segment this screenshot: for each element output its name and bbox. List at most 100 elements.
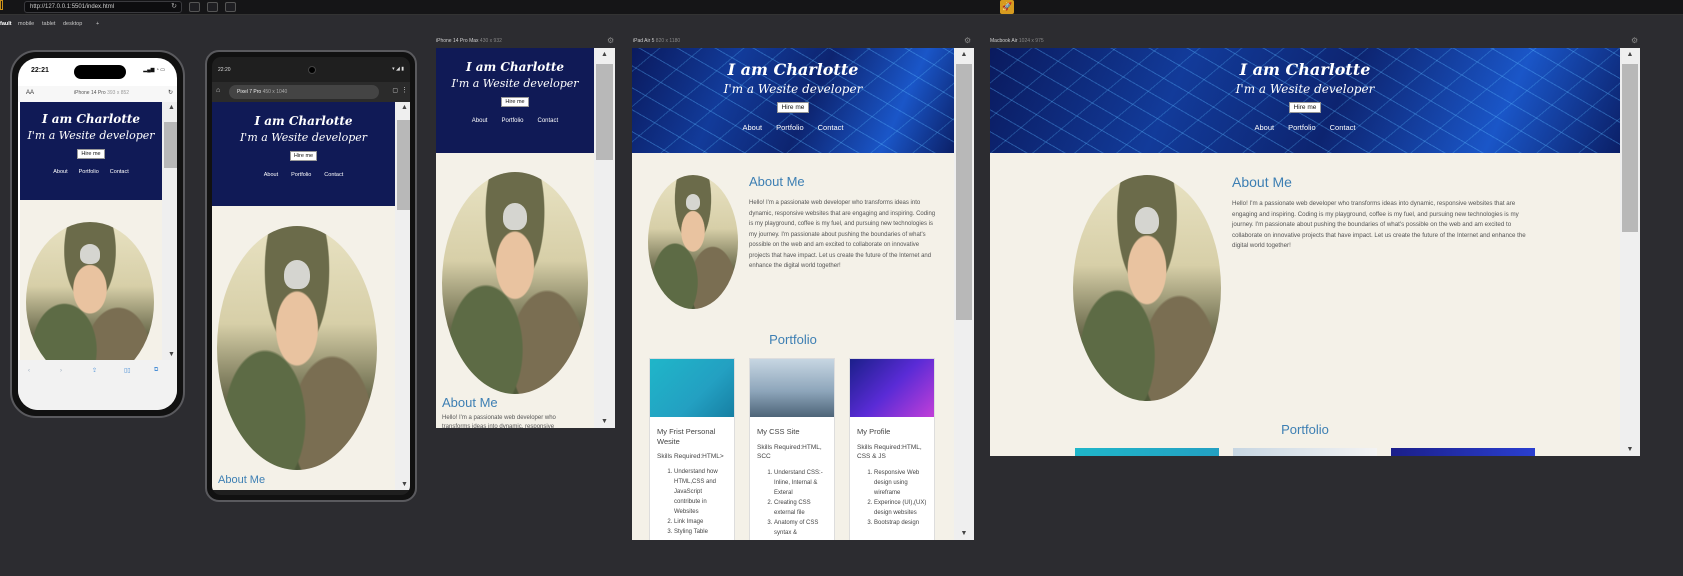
tab-tablet[interactable]: tablet <box>42 21 55 27</box>
device-label: iPhone 14 Pro 393 x 852 <box>74 90 130 96</box>
hire-me-button[interactable]: Hire me <box>776 102 810 113</box>
portfolio-heading: Portfolio <box>769 332 817 347</box>
tab-mobile[interactable]: mobile <box>18 21 34 27</box>
status-icons: ▾ ◢ ▮ <box>392 66 404 72</box>
reload-icon[interactable]: ↻ <box>168 89 173 96</box>
card-title: My Frist Personal Wesite <box>657 427 716 446</box>
scroll-down-icon[interactable]: ▼ <box>954 530 974 537</box>
scroll-thumb[interactable] <box>596 64 613 160</box>
extension-rocket-icon[interactable]: 🚀 <box>1000 0 1014 14</box>
nav-portfolio[interactable]: Portfolio <box>776 123 804 132</box>
card-list-item: Responsive Web design using wireframe <box>874 468 928 498</box>
site-subtitle: I'm a Wesite developer <box>27 129 155 142</box>
scroll-up-icon[interactable]: ▲ <box>1620 51 1640 58</box>
site-title: I am Charlotte <box>465 60 565 74</box>
nav-about[interactable]: About <box>53 169 67 175</box>
portfolio-card[interactable]: My Profile Skills Required:HTML, CSS & J… <box>849 358 935 540</box>
site-subtitle: I'm a Wesite developer <box>1235 82 1375 96</box>
scrollbar[interactable]: ▲ ▼ <box>954 48 974 540</box>
card-title: My CSS Site <box>757 427 800 436</box>
nav-about[interactable]: About <box>264 172 278 178</box>
card-list-item: Experince (UI),(UX) design websites <box>874 498 928 518</box>
tab-default[interactable]: fault <box>0 21 12 27</box>
card-image <box>650 359 734 417</box>
back-icon[interactable]: ‹ <box>28 368 30 374</box>
bookmarks-icon[interactable]: ▯▯ <box>124 367 131 374</box>
nav-portfolio[interactable]: Portfolio <box>291 172 311 178</box>
site-nav: About Portfolio Contact <box>990 123 1620 132</box>
profile-photo <box>26 222 154 360</box>
about-heading: About Me <box>749 174 805 189</box>
forward-icon[interactable]: › <box>60 368 62 374</box>
share-icon[interactable]: ⇪ <box>92 367 97 374</box>
scroll-down-icon[interactable]: ▼ <box>1620 446 1640 453</box>
chrome-url-field[interactable]: Pixel 7 Pro 450 x 1040 <box>229 85 379 99</box>
card-list-item: Styling Table <box>674 527 728 537</box>
url-input[interactable]: http://127.0.0.1:5501/index.html ↻ <box>24 1 182 13</box>
scroll-down-icon[interactable]: ▼ <box>395 481 410 488</box>
nav-contact[interactable]: Contact <box>1330 123 1356 132</box>
nav-portfolio[interactable]: Portfolio <box>79 169 99 175</box>
device-pixel7pro: 22:20 ▾ ◢ ▮ ⌂ Pixel 7 Pro 450 x 1040 ▢ ⋮… <box>205 50 417 502</box>
menu-icon[interactable]: ⋮ <box>401 86 408 94</box>
hire-me-button[interactable]: Hire me <box>501 97 529 107</box>
home-icon[interactable]: ⌂ <box>216 87 220 94</box>
device-settings-icon[interactable]: ⚙ <box>1631 36 1638 45</box>
nav-about[interactable]: About <box>472 118 488 124</box>
scroll-thumb[interactable] <box>1622 64 1638 232</box>
panel-toggle-icon[interactable] <box>0 0 3 10</box>
scrollbar[interactable]: ▲ ▼ <box>395 102 410 490</box>
about-heading: About Me <box>442 395 498 410</box>
nav-contact[interactable]: Contact <box>324 172 343 178</box>
device-iphone14pro: 22:21 ▂▄▆ ◔ ▭ AA iPhone 14 Pro 393 x 852… <box>10 50 185 418</box>
nav-portfolio[interactable]: Portfolio <box>501 118 523 124</box>
device-settings-icon[interactable]: ⚙ <box>964 36 971 45</box>
nav-about[interactable]: About <box>743 123 763 132</box>
scrollbar[interactable]: ▲ ▼ <box>594 48 615 428</box>
nav-contact[interactable]: Contact <box>110 169 129 175</box>
nav-about[interactable]: About <box>1255 123 1275 132</box>
site-viewport-iphone14promax: I am Charlotte I'm a Wesite developer Hi… <box>436 48 594 428</box>
screens-icon[interactable] <box>225 2 236 12</box>
card-list-item: Link Image <box>674 517 728 527</box>
nav-contact[interactable]: Contact <box>818 123 844 132</box>
site-title: I am Charlotte <box>1239 60 1371 79</box>
scroll-down-icon[interactable]: ▼ <box>594 418 615 425</box>
portfolio-card[interactable]: My CSS Site Skills Required:HTML, SCC Un… <box>749 358 835 540</box>
hire-me-button[interactable]: Hire me <box>289 151 318 161</box>
site-nav: About Portfolio Contact <box>436 118 594 124</box>
hire-me-button[interactable]: Hire me <box>1288 102 1322 113</box>
tab-add[interactable]: + <box>96 21 99 27</box>
scroll-up-icon[interactable]: ▲ <box>395 104 410 111</box>
scroll-thumb[interactable] <box>956 64 972 320</box>
scrollbar[interactable]: ▲ ▼ <box>162 102 177 360</box>
inspect-icon[interactable] <box>189 2 200 12</box>
hire-me-button[interactable]: Hire me <box>77 149 105 159</box>
site-header: I am Charlotte I'm a Wesite developer Hi… <box>436 48 594 153</box>
status-time: 22:21 <box>31 67 49 74</box>
site-viewport: I am Charlotte I'm a Wesite developer Hi… <box>212 102 395 490</box>
portfolio-card[interactable]: My Frist Personal Wesite Skills Required… <box>649 358 735 540</box>
site-header: I am Charlotte I'm a Wesite developer Hi… <box>632 48 954 153</box>
safari-toolbar: ‹ › ⇪ ▯▯ ⧉ <box>18 360 177 410</box>
scroll-thumb[interactable] <box>397 120 410 210</box>
scroll-up-icon[interactable]: ▲ <box>594 51 615 58</box>
scrollbar[interactable]: ▲ ▼ <box>1620 48 1640 456</box>
tab-count-icon[interactable]: ▢ <box>392 87 398 94</box>
browser-toolbar: http://127.0.0.1:5501/index.html ↻ 🚀 <box>0 0 1683 15</box>
tab-desktop[interactable]: desktop <box>63 21 82 27</box>
tabs-icon[interactable]: ⧉ <box>154 367 158 374</box>
card-list: Understand CSS:- Inline, Internal & Exte… <box>750 461 834 538</box>
reader-aa[interactable]: AA <box>26 90 34 96</box>
scroll-up-icon[interactable]: ▲ <box>162 104 177 111</box>
scroll-up-icon[interactable]: ▲ <box>954 51 974 58</box>
scroll-thumb[interactable] <box>164 122 177 168</box>
scroll-down-icon[interactable]: ▼ <box>162 351 177 358</box>
about-text: Hello! I'm a passionate web developer wh… <box>749 200 936 269</box>
reload-icon[interactable]: ↻ <box>171 2 177 12</box>
device-icon[interactable] <box>207 2 218 12</box>
nav-contact[interactable]: Contact <box>538 118 559 124</box>
nav-portfolio[interactable]: Portfolio <box>1288 123 1316 132</box>
device-settings-icon[interactable]: ⚙ <box>607 36 614 45</box>
safari-address-bar[interactable]: AA iPhone 14 Pro 393 x 852 ↻ <box>18 86 177 102</box>
